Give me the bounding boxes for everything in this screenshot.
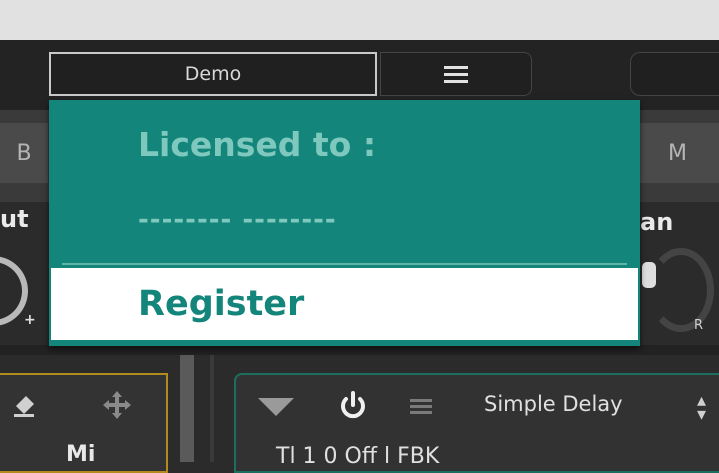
register-label[interactable]: Register (138, 284, 304, 324)
fx-params: Tl 1 0 Off l FBK (276, 444, 440, 469)
scrollbar[interactable] (180, 355, 194, 462)
pan-knob[interactable] (648, 248, 714, 332)
mute-button[interactable]: M (636, 123, 719, 183)
divider (210, 355, 214, 462)
popup-divider (62, 263, 627, 265)
header-right-button[interactable] (630, 52, 719, 96)
separator (0, 345, 719, 355)
b-button[interactable]: B (0, 123, 48, 183)
preset-label: Demo (184, 63, 242, 85)
fx-menu-icon[interactable] (410, 396, 432, 417)
top-strip (0, 0, 719, 40)
licensed-to-label: Licensed to : (138, 125, 377, 164)
up-down-icon[interactable]: ▴ ▾ (697, 392, 706, 424)
power-icon[interactable] (338, 390, 368, 422)
menu-button[interactable] (380, 52, 532, 96)
b-button-label: B (16, 140, 32, 166)
pan-right-label: R (694, 318, 704, 333)
pan-knob-indicator (642, 262, 656, 288)
mute-button-label: M (668, 140, 687, 166)
eraser-icon[interactable] (12, 392, 38, 418)
preset-selector[interactable]: Demo (49, 52, 377, 96)
fx-name[interactable]: Simple Delay (484, 392, 623, 416)
pan-label: an (640, 208, 674, 236)
knob-plus-label: + (24, 312, 36, 328)
fx-left-label: Mi (66, 442, 96, 467)
output-label: ut (0, 205, 29, 233)
collapse-icon[interactable] (258, 398, 294, 416)
licensee-name: -------- -------- (138, 205, 337, 235)
move-icon[interactable] (102, 390, 132, 420)
hamburger-icon (444, 62, 468, 87)
